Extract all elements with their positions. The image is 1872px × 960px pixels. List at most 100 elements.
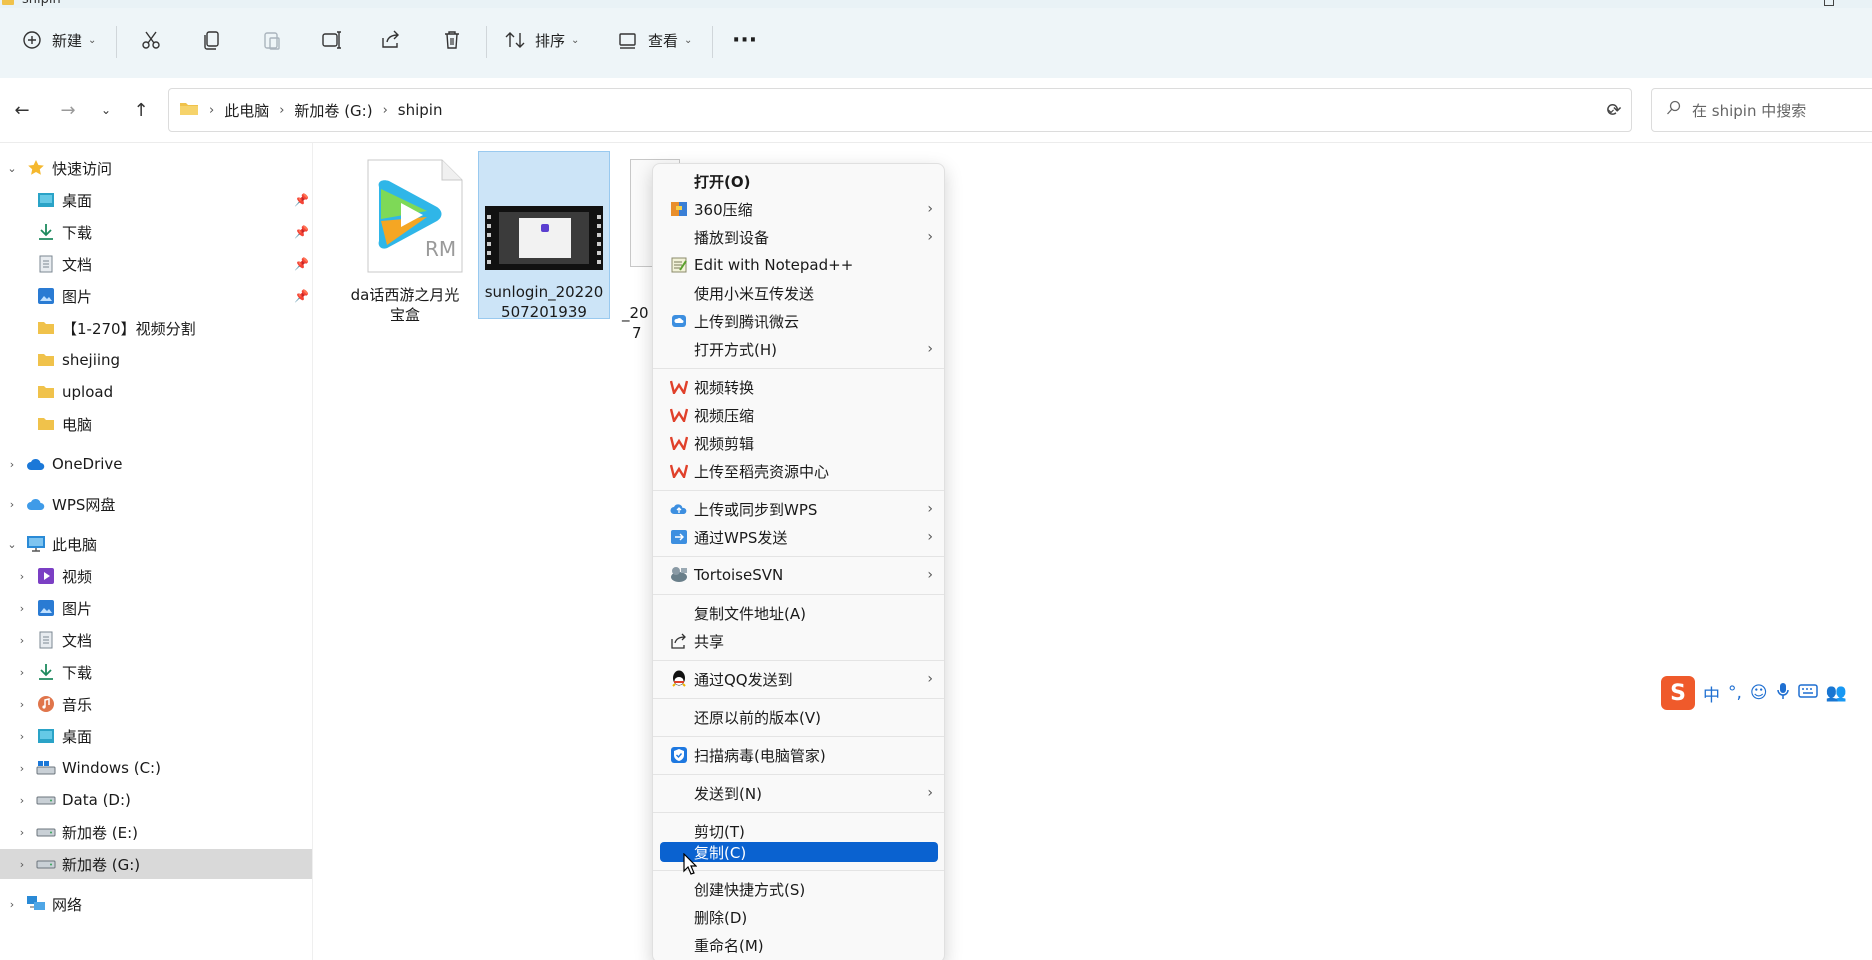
document-icon bbox=[36, 630, 56, 650]
ime-toolbar: S 中 °, ☺ 👥 bbox=[1657, 674, 1872, 712]
forward-button[interactable]: → bbox=[56, 98, 80, 122]
chevron-right-icon: › bbox=[927, 529, 933, 545]
sidebar-item-drive-d[interactable]: › Data (D:) bbox=[0, 785, 312, 815]
sogou-logo-icon[interactable]: S bbox=[1661, 676, 1695, 710]
menu-item-video-compress[interactable]: 视频压缩 bbox=[659, 402, 939, 428]
sidebar-item-network[interactable]: › 网络 bbox=[0, 889, 312, 919]
file-item-selected[interactable]: sunlogin_20220 507201939 bbox=[478, 151, 610, 321]
sidebar-item-folder[interactable]: upload bbox=[0, 377, 312, 407]
more-options-button[interactable]: ··· bbox=[732, 23, 757, 57]
sidebar-item-drive-g[interactable]: › 新加卷 (G:) bbox=[0, 849, 312, 879]
menu-item-tortoisesvn[interactable]: TortoiseSVN › bbox=[659, 562, 939, 588]
menu-item-copy[interactable]: 复制(C) bbox=[660, 842, 938, 862]
arrow-up-icon: ↑ bbox=[133, 99, 149, 121]
menu-item-restore-versions[interactable]: 还原以前的版本(V) bbox=[659, 704, 939, 730]
chevron-down-icon: ⌄ bbox=[100, 103, 112, 117]
new-button[interactable]: 新建 ⌄ bbox=[20, 23, 96, 57]
view-button[interactable]: 查看 ⌄ bbox=[616, 23, 692, 57]
menu-item-360zip[interactable]: 360压缩 › bbox=[659, 196, 939, 222]
sidebar-item-documents[interactable]: › 文档 bbox=[0, 625, 312, 655]
chevron-right-icon: › bbox=[927, 567, 933, 583]
cut-button[interactable] bbox=[139, 23, 163, 57]
menu-separator bbox=[653, 594, 944, 595]
menu-item-label: 通过WPS发送 bbox=[694, 528, 788, 547]
menu-item-label: 扫描病毒(电脑管家) bbox=[694, 746, 826, 765]
sidebar-item-downloads[interactable]: 下载 📌 bbox=[0, 217, 312, 247]
sidebar-item-pictures[interactable]: 图片 📌 bbox=[0, 281, 312, 311]
sidebar-item-videos[interactable]: › 视频 bbox=[0, 561, 312, 591]
wps-send-icon bbox=[669, 527, 689, 547]
menu-item-copy-path[interactable]: 复制文件地址(A) bbox=[659, 600, 939, 626]
menu-item-delete[interactable]: 删除(D) bbox=[659, 904, 939, 930]
menu-item-share[interactable]: 共享 bbox=[659, 628, 939, 654]
sidebar-item-label: 图片 bbox=[62, 287, 93, 306]
ime-punctuation[interactable]: °, bbox=[1728, 683, 1742, 703]
title-bar: shipin bbox=[0, 0, 1872, 8]
sidebar-item-folder[interactable]: shejiing bbox=[0, 345, 312, 375]
sidebar-item-downloads[interactable]: › 下载 bbox=[0, 657, 312, 687]
menu-item-rename[interactable]: 重命名(M) bbox=[659, 932, 939, 958]
breadcrumb-this-pc[interactable]: 此电脑 bbox=[224, 100, 269, 121]
menu-item-qq-send[interactable]: 通过QQ发送到 › bbox=[659, 666, 939, 692]
sidebar-item-wps-drive[interactable]: › WPS网盘 bbox=[0, 489, 312, 519]
menu-item-wps-send[interactable]: 通过WPS发送 › bbox=[659, 524, 939, 550]
delete-button[interactable] bbox=[440, 23, 464, 57]
chevron-right-icon: › bbox=[9, 897, 15, 911]
sidebar-item-onedrive[interactable]: › OneDrive bbox=[0, 449, 312, 479]
user-icon[interactable]: 👥 bbox=[1826, 683, 1847, 703]
thumbnail-logo bbox=[541, 224, 549, 232]
sidebar-item-desktop[interactable]: 桌面 📌 bbox=[0, 185, 312, 215]
menu-item-cut[interactable]: 剪切(T) bbox=[659, 818, 939, 844]
sidebar-item-quick-access[interactable]: ⌄ 快速访问 bbox=[0, 153, 312, 183]
sidebar-item-pictures[interactable]: › 图片 bbox=[0, 593, 312, 623]
menu-item-cast[interactable]: 播放到设备 › bbox=[659, 224, 939, 250]
sidebar-item-folder[interactable]: 【1-270】视频分割 bbox=[0, 313, 312, 343]
emoji-icon[interactable]: ☺ bbox=[1750, 683, 1768, 703]
share-button[interactable] bbox=[379, 23, 403, 57]
menu-item-video-edit[interactable]: 视频剪辑 bbox=[659, 430, 939, 456]
sidebar-item-drive-e[interactable]: › 新加卷 (E:) bbox=[0, 817, 312, 847]
sidebar-item-music[interactable]: › 音乐 bbox=[0, 689, 312, 719]
recent-locations-button[interactable]: ⌄ bbox=[94, 98, 118, 122]
back-button[interactable]: ← bbox=[10, 98, 34, 122]
menu-item-open[interactable]: 打开(O) bbox=[659, 168, 939, 194]
menu-item-wps-sync[interactable]: 上传或同步到WPS › bbox=[659, 496, 939, 522]
sidebar-item-label: Windows (C:) bbox=[62, 759, 161, 777]
sidebar-item-folder[interactable]: 电脑 bbox=[0, 409, 312, 439]
up-button[interactable]: ↑ bbox=[129, 98, 153, 122]
microphone-icon[interactable] bbox=[1776, 682, 1790, 705]
menu-item-notepadpp[interactable]: Edit with Notepad++ bbox=[659, 252, 939, 278]
file-item[interactable]: RM da话西游之月光 宝盒 bbox=[339, 153, 471, 324]
refresh-button[interactable]: ⟳ bbox=[1602, 98, 1626, 122]
menu-item-create-shortcut[interactable]: 创建快捷方式(S) bbox=[659, 876, 939, 902]
chevron-down-icon: ⌄ bbox=[88, 34, 97, 46]
music-icon bbox=[36, 694, 56, 714]
menu-item-open-with[interactable]: 打开方式(H) › bbox=[659, 336, 939, 362]
address-bar[interactable]: › 此电脑 › 新加卷 (G:) › shipin ⌄ bbox=[168, 88, 1632, 132]
paste-button[interactable] bbox=[260, 23, 284, 57]
sidebar-item-documents[interactable]: 文档 📌 bbox=[0, 249, 312, 279]
drive-icon bbox=[36, 822, 56, 842]
menu-item-video-convert[interactable]: 视频转换 bbox=[659, 374, 939, 400]
menu-item-mi-share[interactable]: 使用小米互传发送 bbox=[659, 280, 939, 306]
breadcrumb-drive-g[interactable]: 新加卷 (G:) bbox=[294, 100, 372, 121]
menu-item-label: 还原以前的版本(V) bbox=[694, 708, 821, 727]
sidebar-item-desktop[interactable]: › 桌面 bbox=[0, 721, 312, 751]
menu-item-send-to[interactable]: 发送到(N) › bbox=[659, 780, 939, 806]
menu-item-label: 创建快捷方式(S) bbox=[694, 880, 806, 899]
rename-button[interactable] bbox=[320, 23, 344, 57]
breadcrumb-shipin[interactable]: shipin bbox=[398, 101, 443, 119]
download-icon bbox=[36, 662, 56, 682]
sort-button[interactable]: 排序 ⌄ bbox=[503, 23, 579, 57]
menu-item-weiyun[interactable]: 上传到腾讯微云 bbox=[659, 308, 939, 334]
menu-item-label: 通过QQ发送到 bbox=[694, 670, 793, 689]
search-input[interactable]: 在 shipin 中搜索 bbox=[1651, 88, 1872, 132]
restore-icon[interactable] bbox=[1824, 0, 1834, 6]
copy-button[interactable] bbox=[200, 23, 224, 57]
ime-mode[interactable]: 中 bbox=[1703, 681, 1720, 706]
menu-item-scan-virus[interactable]: 扫描病毒(电脑管家) bbox=[659, 742, 939, 768]
keyboard-icon[interactable] bbox=[1797, 683, 1818, 703]
menu-item-upload-docer[interactable]: 上传至稻壳资源中心 bbox=[659, 458, 939, 484]
sidebar-item-drive-c[interactable]: › Windows (C:) bbox=[0, 753, 312, 783]
sidebar-item-this-pc[interactable]: ⌄ 此电脑 bbox=[0, 529, 312, 559]
